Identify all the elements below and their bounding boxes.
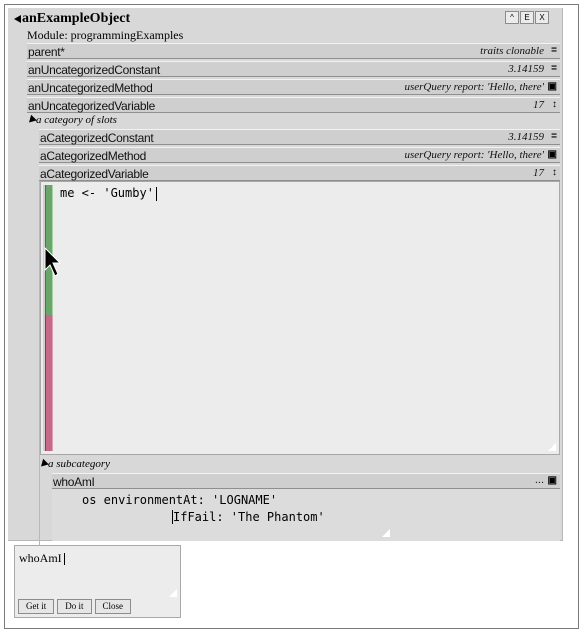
slot-row-uncategorized-constant[interactable]: anUncategorizedConstant 3.14159 = [27,61,560,77]
window-buttons: ^ E X [505,11,549,24]
close-evaluator-button[interactable]: Close [94,599,132,614]
text-caret [155,186,157,201]
method-box-icon[interactable]: ▣ [548,150,557,160]
slot-value: ... [534,474,544,486]
close-button[interactable]: X [535,11,549,24]
slot-name: anUncategorizedMethod [28,81,153,95]
slot-value: traits clonable [480,45,544,57]
code-editor[interactable]: me <- 'Gumby' [40,181,560,455]
slot-name: aCategorizedVariable [40,167,149,181]
assignable-icon[interactable]: ↕ [552,168,557,178]
method-source-line-2: IfFail: 'The Phantom' [172,510,325,524]
subcategory-body: whoAmI ... ▣ os environmentAt: 'LOGNAME'… [52,473,560,541]
equals-icon[interactable]: = [551,132,557,142]
slot-value: userQuery report: 'Hello, there' [404,81,544,93]
slot-value: userQuery report: 'Hello, there' [404,149,544,161]
method-box-icon[interactable]: ▣ [548,476,557,486]
module-label: Module: programmingExamples [27,28,184,42]
method-source[interactable]: os environmentAt: 'LOGNAME' IfFail: 'The … [82,492,325,526]
slot-row-categorized-constant[interactable]: aCategorizedConstant 3.14159 = [39,129,560,145]
editor-code[interactable]: me <- 'Gumby' [60,186,157,201]
method-source-line-1: os environmentAt: 'LOGNAME' [82,493,278,507]
slot-row-uncategorized-method[interactable]: anUncategorizedMethod userQuery report: … [27,79,560,95]
text-caret [63,553,65,566]
evaluator-input[interactable]: whoAmI [19,551,65,566]
resize-handle-icon[interactable] [548,443,556,451]
slot-name: aCategorizedConstant [40,131,154,145]
slot-row-uncategorized-variable[interactable]: anUncategorizedVariable 17 ↕ [27,97,560,113]
edit-button[interactable]: E [520,11,534,24]
slot-value: 3.14159 [508,63,544,75]
mouse-pointer-icon [44,246,62,277]
slot-value: 17 [533,99,544,111]
cancel-bar[interactable] [45,315,53,451]
method-box-icon[interactable]: ▣ [548,82,557,92]
do-it-button[interactable]: Do it [57,599,92,614]
slot-name: whoAmI [53,475,95,489]
collapse-triangle-icon[interactable] [14,15,21,23]
outliner-title[interactable]: anExampleObject [14,11,130,27]
slot-name: anUncategorizedConstant [28,63,160,77]
slot-name: parent* [28,45,65,59]
slot-row-whoami[interactable]: whoAmI ... ▣ [52,473,560,489]
slot-name: anUncategorizedVariable [28,99,155,113]
resize-handle-icon[interactable] [169,589,177,597]
slot-value: 17 [533,167,544,179]
evaluator[interactable]: whoAmI Get it Do it Close [14,545,181,618]
equals-icon[interactable]: = [551,46,557,56]
get-it-button[interactable]: Get it [18,599,55,614]
category-header[interactable]: a category of slots [26,114,117,126]
evaluator-buttons: Get it Do it Close [18,599,132,614]
resize-handle-icon[interactable] [382,529,390,537]
category-label: a category of slots [36,114,117,126]
equals-icon[interactable]: = [551,64,557,74]
up-button[interactable]: ^ [505,11,519,24]
assignable-icon[interactable]: ↕ [552,100,557,110]
subcategory-header[interactable]: a subcategory [38,458,111,470]
slot-row-categorized-variable[interactable]: aCategorizedVariable 17 ↕ [39,165,560,181]
slot-name: aCategorizedMethod [40,149,147,163]
subcategory-label: a subcategory [48,458,111,470]
slot-value: 3.14159 [508,131,544,143]
slot-row-categorized-method[interactable]: aCategorizedMethod userQuery report: 'He… [39,147,560,163]
slot-row-parent[interactable]: parent* traits clonable = [27,43,560,59]
object-title: anExampleObject [22,11,131,26]
